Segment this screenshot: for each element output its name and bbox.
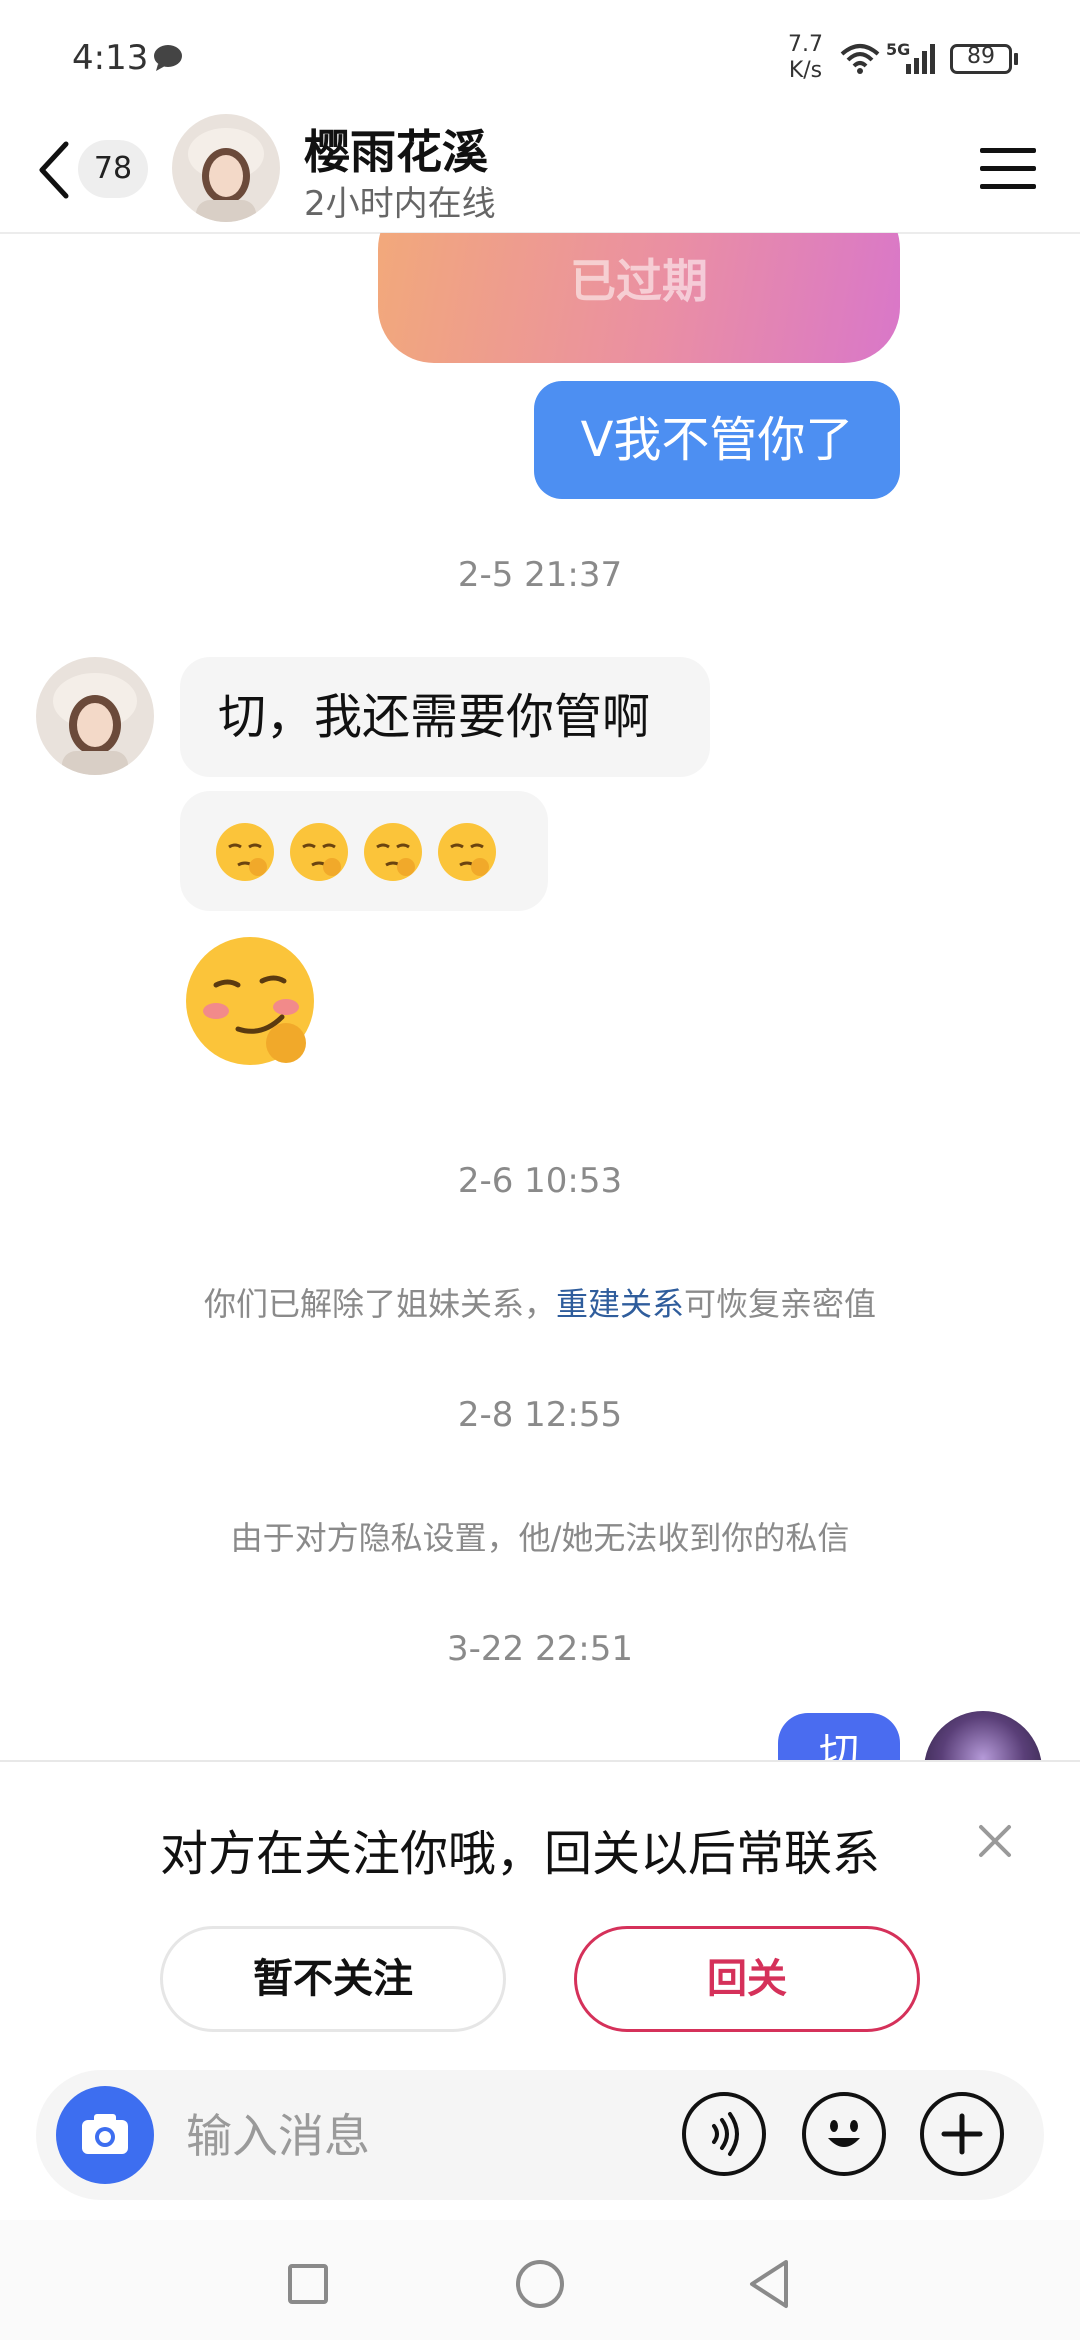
emoji-button[interactable] xyxy=(802,2092,886,2176)
emoji-icon xyxy=(828,2120,860,2147)
network-speed-unit: K/s xyxy=(788,58,823,83)
expired-card-message[interactable]: 已过期 xyxy=(378,233,900,363)
message-input[interactable] xyxy=(184,2100,688,2172)
contact-name: 樱雨花溪 xyxy=(304,125,488,179)
message-icon xyxy=(154,45,182,71)
follow-back-prompt: 对方在关注你哦，回关以后常联系 xyxy=(160,1826,881,1882)
received-message-bubble[interactable]: 切，我还需要你管啊 xyxy=(180,657,710,777)
nav-recents-icon[interactable] xyxy=(288,2264,328,2304)
contact-avatar[interactable] xyxy=(172,114,280,222)
message-timestamp: 2-6 10:53 xyxy=(457,1161,623,1201)
battery-level: 89 xyxy=(967,44,995,69)
peer-avatar[interactable] xyxy=(36,657,154,775)
message-composer xyxy=(0,2070,1080,2220)
follow-back-button[interactable]: 回关 xyxy=(574,1926,920,2032)
voice-icon xyxy=(712,2112,739,2156)
signal-icon xyxy=(906,44,935,74)
unread-count-badge[interactable]: 78 xyxy=(78,140,148,198)
chat-messages[interactable]: 已过期 V我不管你了 2-5 21:37 切，我还需要你管啊 2-6 10:53… xyxy=(0,233,1080,1760)
more-button[interactable] xyxy=(920,2092,1004,2176)
received-emoji-bubble[interactable] xyxy=(180,791,548,911)
contact-online-status: 2小时内在线 xyxy=(304,184,496,224)
sent-message-bubble[interactable]: V我不管你了 xyxy=(534,381,900,499)
sent-message-bubble[interactable]: 切 xyxy=(778,1713,900,1760)
rebuild-relationship-link[interactable]: 重建关系 xyxy=(556,1285,684,1323)
relationship-system-note: 你们已解除了姐妹关系，重建关系可恢复亲密值 xyxy=(0,1279,1080,1325)
unamused-emoji-icon xyxy=(290,823,348,881)
status-time: 4:13 xyxy=(72,38,149,78)
status-bar: 4:13 7.7 K/s 5G 89 xyxy=(0,0,1080,110)
follow-back-panel: 对方在关注你哦，回关以后常联系 暂不关注 回关 xyxy=(0,1760,1080,2070)
battery-icon: 89 xyxy=(950,44,1012,74)
message-timestamp: 2-5 21:37 xyxy=(457,555,623,595)
network-speed-value: 7.7 xyxy=(788,32,823,57)
system-note-text: 可恢复亲密值 xyxy=(684,1285,877,1323)
plus-icon xyxy=(941,2113,983,2155)
message-timestamp: 3-22 22:51 xyxy=(447,1629,633,1669)
nav-back-icon[interactable] xyxy=(746,2258,792,2310)
chat-header: 78 樱雨花溪 2小时内在线 xyxy=(0,110,1080,234)
system-note-text: 你们已解除了姐妹关系， xyxy=(203,1285,556,1323)
card-status-text: 已过期 xyxy=(570,254,708,308)
unamused-emoji-icon xyxy=(364,823,422,881)
input-bar xyxy=(36,2070,1044,2200)
back-icon[interactable] xyxy=(36,140,72,200)
unamused-emoji-icon xyxy=(438,823,496,881)
nav-home-icon[interactable] xyxy=(516,2260,564,2308)
wifi-icon xyxy=(840,44,880,74)
network-speed: 7.7 K/s xyxy=(788,32,823,84)
smirk-emoji-icon[interactable] xyxy=(182,933,324,1075)
avatar-image xyxy=(36,657,154,775)
menu-icon[interactable] xyxy=(980,146,1036,192)
self-avatar[interactable] xyxy=(924,1711,1042,1760)
message-timestamp: 2-8 12:55 xyxy=(457,1395,623,1435)
decline-follow-button[interactable]: 暂不关注 xyxy=(160,1926,506,2032)
camera-button[interactable] xyxy=(56,2086,154,2184)
avatar-image xyxy=(172,114,280,222)
close-icon[interactable] xyxy=(978,1824,1012,1858)
camera-icon xyxy=(82,2114,128,2154)
voice-button[interactable] xyxy=(682,2092,766,2176)
system-navigation-bar xyxy=(0,2220,1080,2340)
battery-tip xyxy=(1014,53,1018,65)
privacy-system-note: 由于对方隐私设置，他/她无法收到你的私信 xyxy=(230,1519,850,1557)
unamused-emoji-icon xyxy=(216,823,274,881)
